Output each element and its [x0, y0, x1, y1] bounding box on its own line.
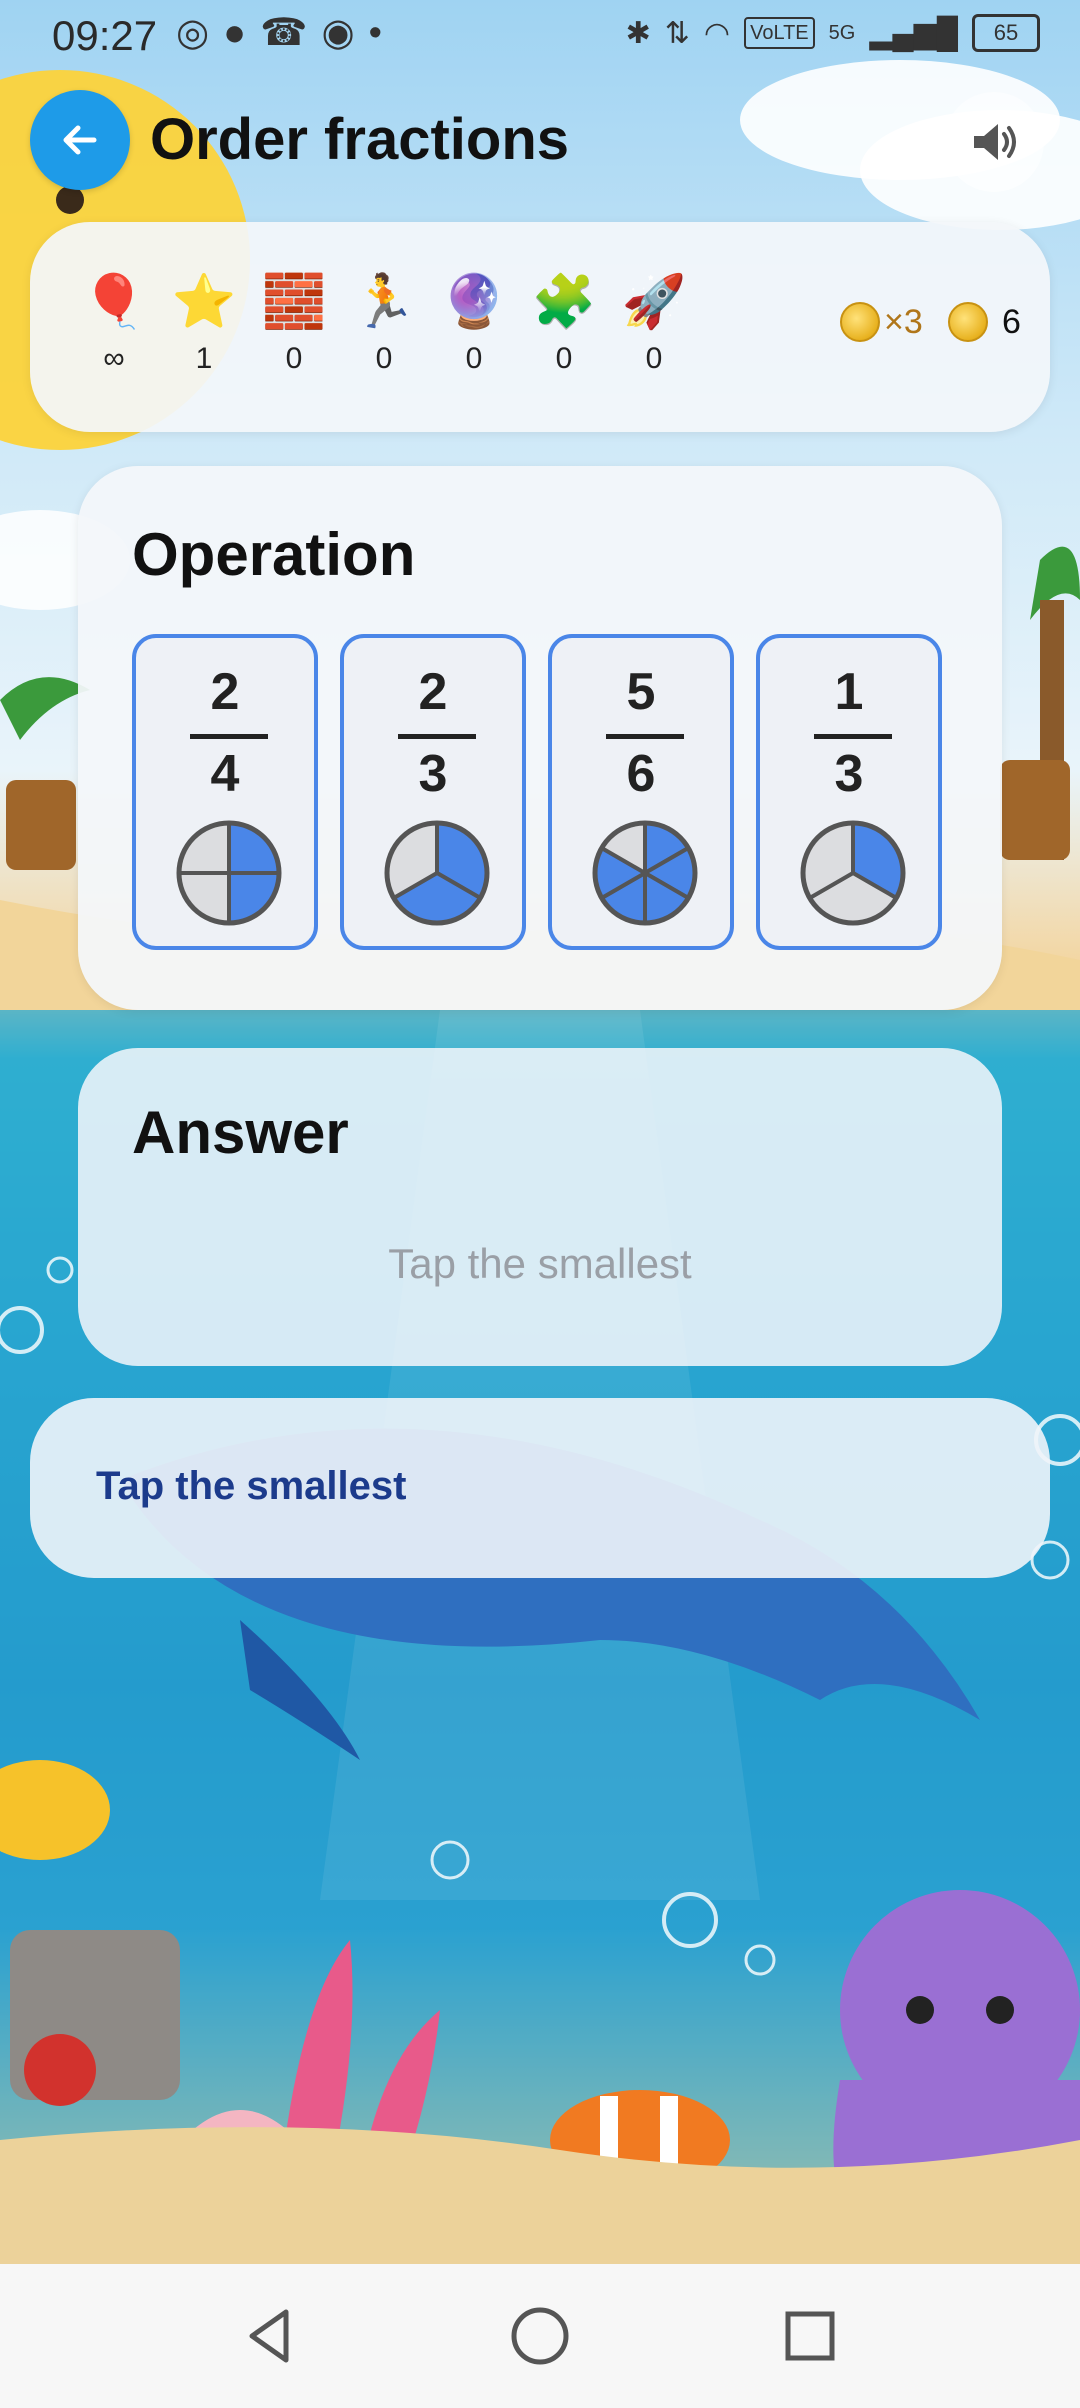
- fraction-pie-icon: [384, 820, 490, 926]
- fraction-bar: [814, 734, 892, 739]
- answer-title: Answer: [132, 1099, 349, 1166]
- status-bar: 09:27 ◎●☎◉• ✱ ⇅ ◠ VoLTE 5G ▂▄▆█ 65: [0, 0, 1080, 70]
- battery-icon: 65: [972, 14, 1040, 52]
- fraction-bar: [190, 734, 268, 739]
- answer-card[interactable]: Answer Tap the smallest: [78, 1048, 1002, 1366]
- stat-runner: 🏃 0: [344, 272, 424, 376]
- coin-total: 6: [948, 302, 1021, 342]
- balloon-icon: 🎈: [81, 273, 147, 331]
- stats-card: 🎈 ∞ ⭐ 1 🧱 0 🏃 0 🔮 0 🧩 0 🚀 0 ×3 6: [30, 222, 1050, 432]
- volte-badge: VoLTE: [744, 17, 815, 49]
- multiplier-value: ×3: [884, 302, 923, 341]
- fraction-pie-icon: [800, 820, 906, 926]
- fraction-option[interactable]: 1 3: [756, 634, 942, 950]
- coin-multiplier: ×3: [840, 302, 923, 342]
- system-nav-bar: [0, 2264, 1080, 2408]
- notification-icons: ◎●☎◉•: [176, 10, 396, 55]
- stat-value: ∞: [103, 342, 125, 375]
- missed-call-icon: ☎: [260, 12, 322, 54]
- triangle-back-icon: [249, 2309, 289, 2363]
- stat-value: 0: [465, 342, 483, 375]
- stat-value: 0: [375, 342, 393, 375]
- stat-puzzle: 🧩 0: [524, 272, 604, 376]
- fraction-denominator: 3: [418, 745, 448, 803]
- stat-brick: 🧱 0: [254, 272, 334, 376]
- coin-icon: [948, 302, 988, 342]
- fraction-denominator: 3: [834, 745, 864, 803]
- fraction-bar: [606, 734, 684, 739]
- stat-value: 1: [195, 342, 213, 375]
- fraction-numerator: 5: [626, 663, 656, 721]
- nav-home-button[interactable]: [504, 2300, 576, 2372]
- fraction-numerator: 2: [210, 663, 240, 721]
- square-recents-icon: [785, 2311, 835, 2361]
- bluetooth-icon: ✱: [625, 16, 651, 50]
- answer-placeholder: Tap the smallest: [388, 1240, 692, 1287]
- network-label: 5G: [828, 21, 856, 44]
- wifi-icon: ◠: [703, 16, 731, 50]
- arrow-left-icon: [63, 125, 97, 155]
- fraction-bar: [398, 734, 476, 739]
- operation-card: Operation 2 4 2 3 5 6 1 3: [78, 466, 1002, 1010]
- fraction-option[interactable]: 2 3: [340, 634, 526, 950]
- speaker-icon: [974, 124, 1016, 160]
- fraction-pie-icon: [592, 820, 698, 926]
- hint-text: Tap the smallest: [96, 1464, 407, 1508]
- coin-icon: [840, 302, 880, 342]
- operation-title: Operation: [132, 521, 416, 588]
- back-button[interactable]: [30, 90, 130, 190]
- fraction-option[interactable]: 5 6: [548, 634, 734, 950]
- system-icons: ✱ ⇅ ◠ VoLTE 5G ▂▄▆█ 65: [626, 14, 1040, 52]
- nav-recents-button[interactable]: [774, 2300, 846, 2372]
- crystal-ball-icon: 🔮: [441, 273, 507, 331]
- data-arrows-icon: ⇅: [664, 16, 690, 50]
- page-title: Order fractions: [150, 107, 569, 172]
- star-icon: ⭐: [171, 273, 237, 331]
- screen: 09:27 ◎●☎◉• ✱ ⇅ ◠ VoLTE 5G ▂▄▆█ 65 Order…: [0, 0, 1080, 2408]
- rocket-icon: 🚀: [621, 273, 687, 331]
- status-time: 09:27: [52, 12, 158, 59]
- messenger-icon: ◉: [321, 12, 369, 54]
- dot-icon: •: [368, 12, 396, 54]
- fraction-denominator: 4: [210, 745, 240, 803]
- sound-button[interactable]: [944, 92, 1044, 192]
- stat-balloon: 🎈 ∞: [74, 272, 154, 376]
- stat-rocket: 🚀 0: [614, 272, 694, 376]
- stat-star: ⭐ 1: [164, 272, 244, 376]
- fraction-option[interactable]: 2 4: [132, 634, 318, 950]
- fraction-denominator: 6: [626, 745, 656, 803]
- chat-icon: ●: [223, 12, 261, 54]
- stat-value: 0: [645, 342, 663, 375]
- coin-count: 6: [1002, 302, 1021, 341]
- runner-icon: 🏃: [351, 273, 417, 331]
- fraction-pie-icon: [176, 820, 282, 926]
- circle-home-icon: [511, 2307, 569, 2365]
- stat-value: 0: [285, 342, 303, 375]
- stat-crystal-ball: 🔮 0: [434, 272, 514, 376]
- nav-back-button[interactable]: [234, 2300, 306, 2372]
- stat-value: 0: [555, 342, 573, 375]
- signal-icon: ▂▄▆█: [869, 16, 958, 50]
- puzzle-icon: 🧩: [531, 273, 597, 331]
- whatsapp-icon: ◎: [176, 12, 224, 54]
- fraction-numerator: 1: [834, 663, 864, 721]
- fraction-numerator: 2: [418, 663, 448, 721]
- brick-icon: 🧱: [261, 273, 327, 331]
- hint-card: Tap the smallest: [30, 1398, 1050, 1578]
